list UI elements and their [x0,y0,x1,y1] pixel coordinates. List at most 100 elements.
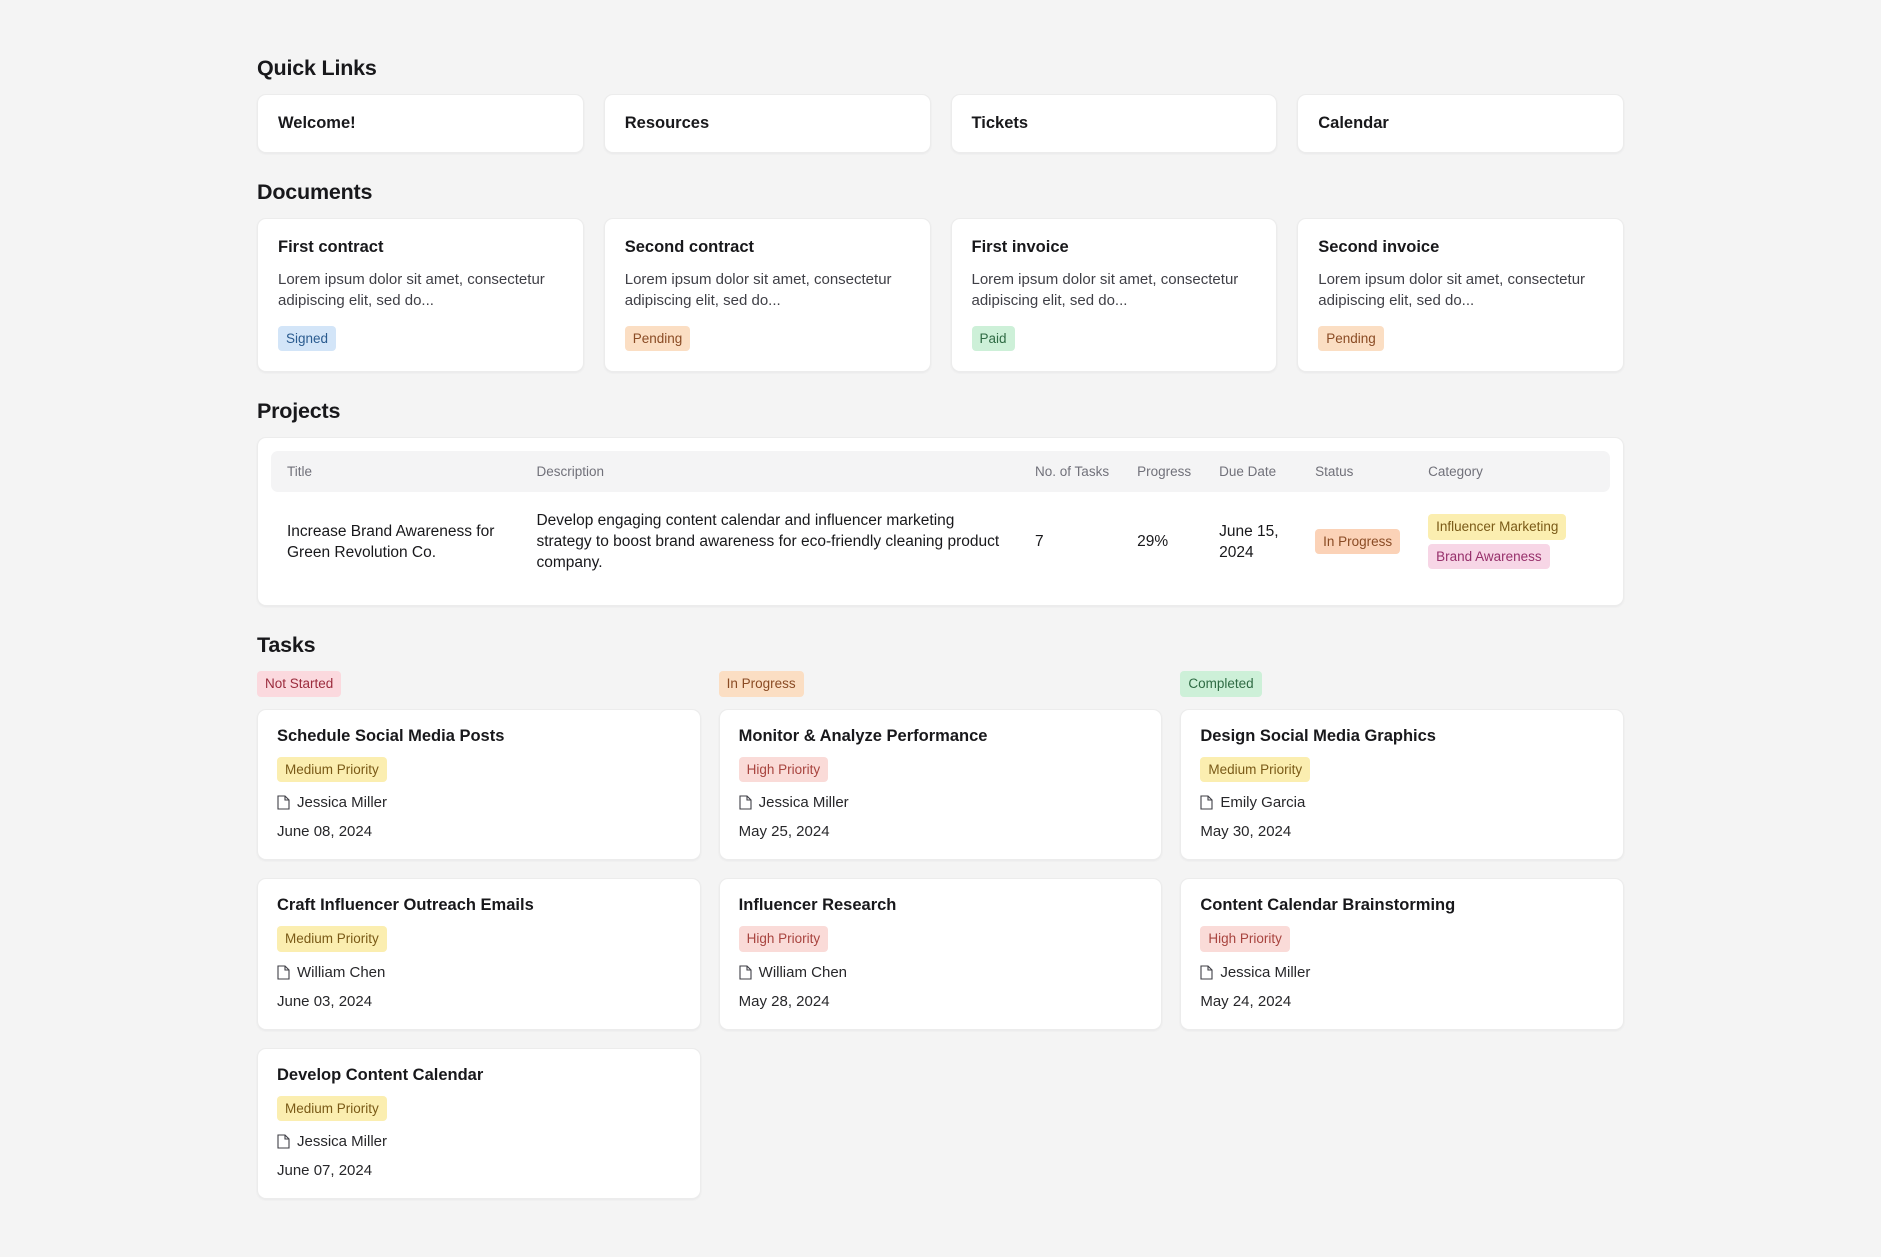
projects-table-body: Increase Brand Awareness for Green Revol… [271,492,1610,591]
documents-grid: First contract Lorem ipsum dolor sit ame… [257,218,1624,373]
page-icon [277,965,290,980]
document-status-wrap: Paid [971,325,1257,352]
projects-table-card: Title Description No. of Tasks Progress … [257,437,1624,607]
task-date: June 08, 2024 [277,823,373,841]
board-column-not-started: Not Started Schedule Social Media Posts … [257,671,701,1217]
cell-title: Increase Brand Awareness for Green Revol… [287,522,495,561]
quick-link-label: Welcome! [278,114,356,132]
quick-link-card[interactable]: Resources [603,94,931,153]
task-card[interactable]: Develop Content Calendar Medium Priority… [257,1047,701,1200]
projects-section: Projects Title Description No. of Tasks … [257,399,1624,607]
task-date: May 28, 2024 [738,992,830,1010]
document-status-wrap: Signed [278,325,563,352]
task-card[interactable]: Content Calendar Brainstorming High Prio… [1180,878,1624,1030]
document-description: Lorem ipsum dolor sit amet, consectetur … [278,271,545,310]
projects-heading: Projects [257,399,341,424]
projects-table: Title Description No. of Tasks Progress … [271,451,1610,591]
category-list: Influencer Marketing Brand Awareness [1428,514,1596,570]
column-header-due-date[interactable]: Due Date [1205,451,1302,493]
priority-badge: High Priority [738,926,829,952]
task-title: Monitor & Analyze Performance [738,726,988,745]
task-assignee-name: Jessica Miller [1220,963,1311,981]
table-row[interactable]: Increase Brand Awareness for Green Revol… [271,492,1610,591]
document-card[interactable]: Second invoice Lorem ipsum dolor sit ame… [1297,218,1624,373]
task-card[interactable]: Design Social Media Graphics Medium Prio… [1180,708,1624,861]
column-header-status[interactable]: Status [1301,451,1415,493]
cell-due-date: June 15, 2024 [1219,522,1279,561]
status-badge: Pending [624,325,691,352]
board-column-completed: Completed Design Social Media Graphics M… [1180,671,1624,1048]
task-card[interactable]: Influencer Research High Priority Willia… [718,878,1163,1030]
task-date: May 25, 2024 [738,823,830,841]
task-assignee-name: William Chen [297,963,386,981]
status-badge: Signed [278,325,337,352]
task-date: May 24, 2024 [1200,992,1292,1010]
quick-links-grid: Welcome! Resources Tickets Calendar [257,94,1624,153]
task-title: Develop Content Calendar [277,1065,484,1084]
column-header-title[interactable]: Title [271,451,523,493]
document-status-wrap: Pending [1318,325,1603,352]
column-header-category[interactable]: Category [1414,451,1610,493]
task-card[interactable]: Schedule Social Media Posts Medium Prior… [257,708,701,861]
task-card[interactable]: Craft Influencer Outreach Emails Medium … [257,878,701,1030]
page-icon [739,795,752,810]
task-priority-wrap: High Priority [738,926,1143,952]
task-title: Design Social Media Graphics [1200,726,1436,745]
task-assignee: Jessica Miller [277,794,681,811]
task-priority-wrap: High Priority [738,756,1143,783]
task-priority-wrap: Medium Priority [1200,756,1604,783]
task-assignee-name: Jessica Miller [297,1133,388,1151]
cell-num-tasks: 7 [1035,533,1044,551]
task-assignee-name: Jessica Miller [297,794,388,812]
task-priority-wrap: Medium Priority [277,756,681,783]
task-title: Influencer Research [738,896,897,915]
task-title: Craft Influencer Outreach Emails [277,896,534,915]
cell-description: Develop engaging content calendar and in… [536,512,1000,572]
page-icon [739,965,752,980]
category-badge: Influencer Marketing [1428,514,1567,540]
quick-link-card[interactable]: Tickets [950,94,1278,153]
column-header-progress[interactable]: Progress [1123,451,1206,493]
quick-link-card[interactable]: Welcome! [257,94,584,153]
task-assignee: Jessica Miller [277,1133,681,1150]
task-priority-wrap: Medium Priority [277,926,681,952]
tasks-board: Not Started Schedule Social Media Posts … [257,671,1624,1217]
task-date: June 07, 2024 [277,1162,373,1180]
document-card[interactable]: Second contract Lorem ipsum dolor sit am… [603,218,931,373]
task-date: May 30, 2024 [1200,823,1292,841]
page-icon [277,1134,290,1149]
task-priority-wrap: High Priority [1200,926,1604,952]
task-assignee: William Chen [277,964,681,981]
page-icon [1200,965,1213,980]
task-date: June 03, 2024 [277,992,373,1010]
quick-link-label: Tickets [971,114,1029,132]
column-header-wrap: Not Started [257,671,701,697]
projects-table-head: Title Description No. of Tasks Progress … [271,451,1610,493]
task-title: Content Calendar Brainstorming [1200,896,1456,915]
document-status-wrap: Pending [624,325,910,352]
priority-badge: High Priority [1200,926,1290,952]
task-assignee: Jessica Miller [1200,964,1604,981]
column-status-badge: In Progress [718,671,804,697]
quick-links-section: Quick Links Welcome! Resources Tickets C… [257,56,1624,153]
document-title: First contract [278,238,384,256]
status-badge: Pending [1318,325,1384,352]
document-title: First invoice [971,238,1069,256]
category-badge: Brand Awareness [1428,543,1550,570]
documents-section: Documents First contract Lorem ipsum dol… [257,180,1624,373]
document-card[interactable]: First contract Lorem ipsum dolor sit ame… [257,218,584,373]
tasks-heading: Tasks [257,633,316,658]
column-status-badge: Completed [1180,671,1262,697]
page-icon [277,795,290,810]
quick-link-card[interactable]: Calendar [1297,94,1624,153]
column-header-description[interactable]: Description [522,451,1022,493]
document-card[interactable]: First invoice Lorem ipsum dolor sit amet… [950,218,1278,373]
task-priority-wrap: Medium Priority [277,1095,681,1122]
table-header-row: Title Description No. of Tasks Progress … [271,451,1610,493]
status-badge: Paid [971,325,1015,352]
column-header-wrap: In Progress [718,671,1163,697]
cell-status: In Progress [1301,492,1414,591]
task-card[interactable]: Monitor & Analyze Performance High Prior… [718,708,1163,861]
quick-link-label: Calendar [1318,114,1389,132]
column-header-num-tasks[interactable]: No. of Tasks [1021,451,1124,493]
